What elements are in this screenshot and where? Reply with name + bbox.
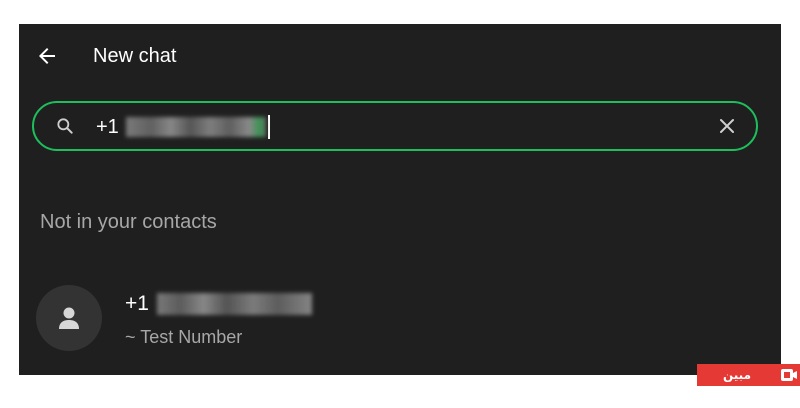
- watermark-text: مبین هاست: [697, 364, 777, 404]
- person-icon: [59, 307, 79, 329]
- arrow-left-icon: [39, 48, 55, 64]
- back-button[interactable]: [31, 40, 63, 72]
- page-title: New chat: [93, 45, 177, 67]
- section-label: Not in your contacts: [40, 211, 217, 233]
- clear-search-button[interactable]: [716, 115, 738, 137]
- search-field[interactable]: +1: [32, 101, 758, 151]
- contact-number: +1: [125, 292, 312, 316]
- redacted-contact-number: [156, 293, 312, 315]
- contact-subtitle: ~ Test Number: [125, 327, 243, 347]
- text-caret: [267, 115, 270, 139]
- new-chat-panel: New chat +1 Not in your contacts +1 ~ Te…: [19, 24, 781, 375]
- search-input-prefix: +1: [96, 116, 119, 138]
- close-icon: [720, 119, 734, 133]
- hosting-logo-icon: [777, 364, 800, 386]
- redacted-phone-number: [125, 117, 266, 137]
- watermark-badge: مبین هاست: [697, 364, 800, 404]
- search-input[interactable]: +1: [96, 115, 270, 139]
- contact-result-row[interactable]: +1 ~ Test Number: [19, 272, 781, 352]
- search-icon: [57, 118, 73, 134]
- contact-number-prefix: +1: [125, 292, 149, 315]
- header: New chat: [19, 24, 781, 88]
- avatar: [36, 285, 102, 351]
